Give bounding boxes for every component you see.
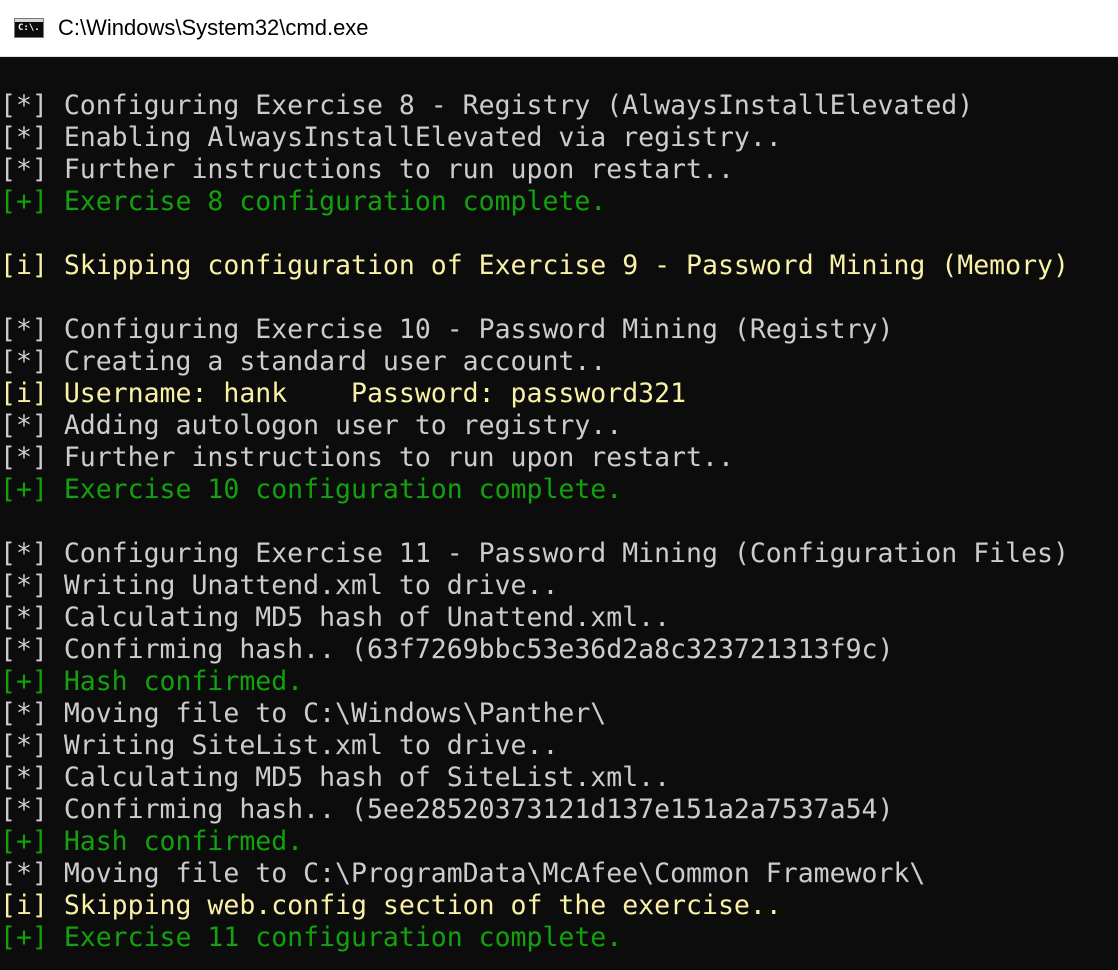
console-line: [+] Exercise 10 configuration complete. [0,474,623,505]
console-line: [*] Calculating MD5 hash of SiteList.xml… [0,762,671,793]
cmd-console-icon[interactable]: C:\. [14,18,44,38]
console-line: [*] Confirming hash.. (5ee28520373121d13… [0,794,894,825]
console-line: [*] Creating a standard user account.. [0,346,607,377]
console-line: [+] Hash confirmed. [0,826,304,857]
console-line: [+] Hash confirmed. [0,666,304,697]
console-line: [*] Further instructions to run upon res… [0,154,734,185]
console-line: [*] Enabling AlwaysInstallElevated via r… [0,122,782,153]
console-line: [+] Exercise 8 configuration complete. [0,186,607,217]
console-line: [*] Moving file to C:\ProgramData\McAfee… [0,858,926,889]
console-line: [i] Username: hank Password: password321 [0,378,687,409]
console-line: [i] Skipping web.config section of the e… [0,890,782,921]
console-line: [*] Calculating MD5 hash of Unattend.xml… [0,602,671,633]
console-line: [*] Moving file to C:\Windows\Panther\ [0,698,607,729]
console-line: [*] Further instructions to run upon res… [0,442,734,473]
console-line: [*] Configuring Exercise 10 - Password M… [0,314,894,345]
window-title: C:\Windows\System32\cmd.exe [58,15,369,40]
console-line: [+] Exercise 11 configuration complete. [0,922,623,953]
cmd-window: C:\. C:\Windows\System32\cmd.exe [*] Con… [0,0,1118,970]
console-line: [*] Confirming hash.. (63f7269bbc53e36d2… [0,634,894,665]
icon-bar [15,19,43,22]
console-line: [*] Writing Unattend.xml to drive.. [0,570,559,601]
console-line: [*] Configuring Exercise 11 - Password M… [0,538,1069,569]
console-line: [*] Writing SiteList.xml to drive.. [0,730,559,761]
title-bar[interactable]: C:\. C:\Windows\System32\cmd.exe [0,0,1118,57]
console-line: [*] Configuring Exercise 8 - Registry (A… [0,90,974,121]
icon-glyph: C:\. [18,23,40,33]
console-line: [*] Adding autologon user to registry.. [0,410,623,441]
console-line: [i] Skipping configuration of Exercise 9… [0,250,1069,281]
console-output[interactable]: [*] Configuring Exercise 8 - Registry (A… [0,90,1118,970]
